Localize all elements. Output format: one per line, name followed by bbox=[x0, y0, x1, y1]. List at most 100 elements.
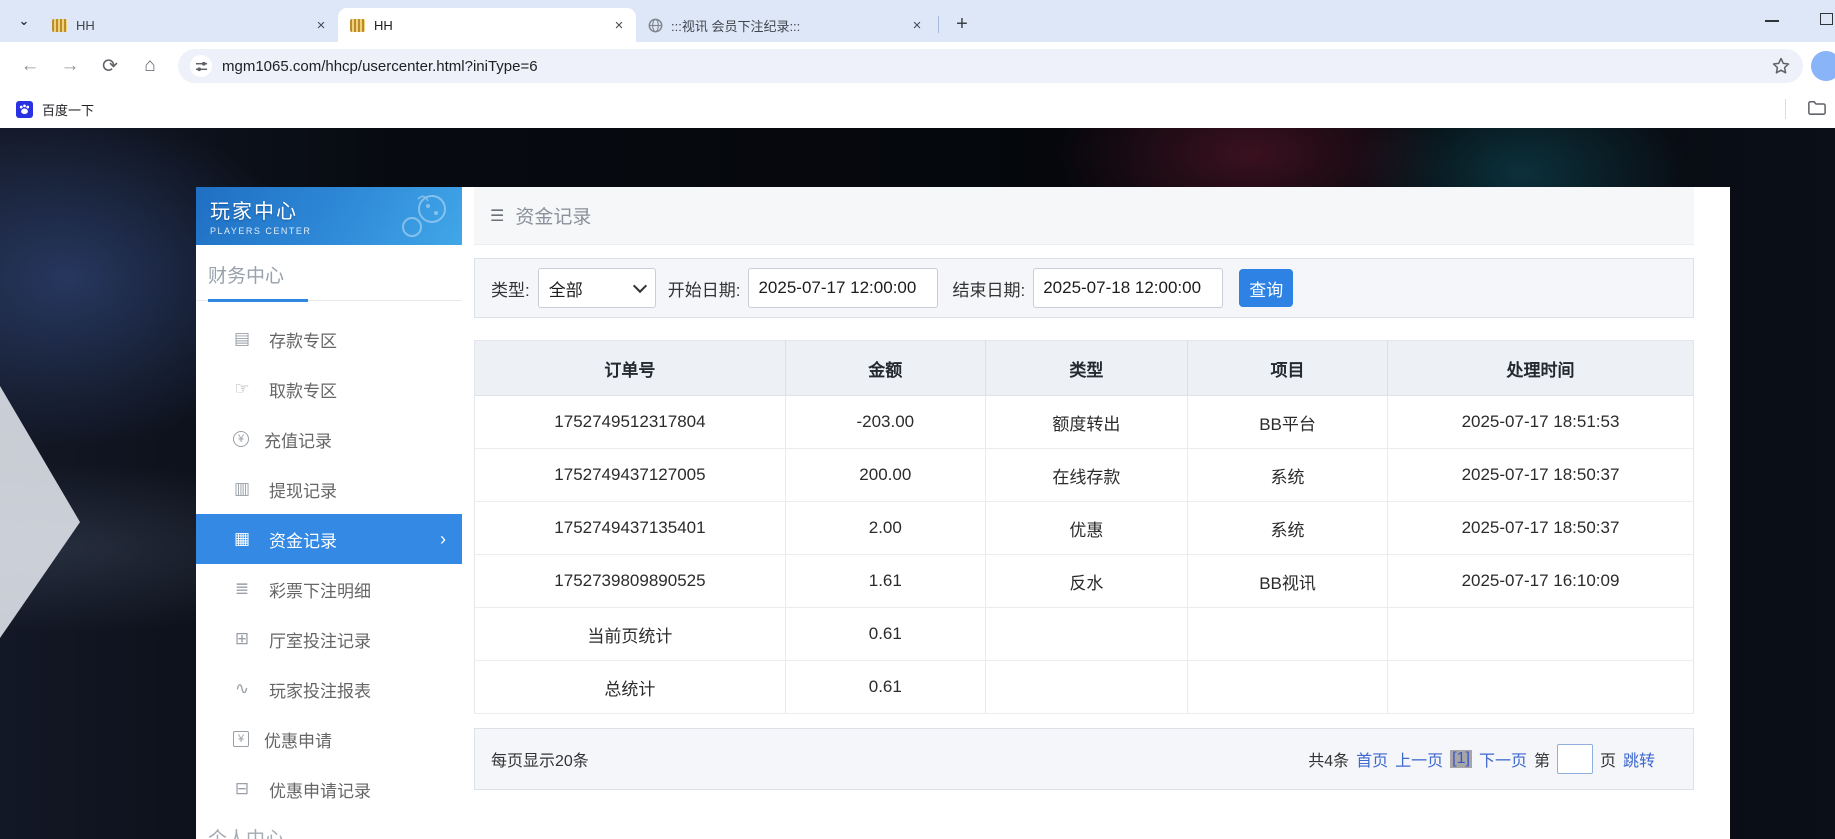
cell-empty bbox=[1188, 661, 1388, 714]
close-icon[interactable]: × bbox=[312, 16, 330, 34]
web-page: 玩家中心 PLAYERS CENTER 财务中心 ▤ 存款专区 ☞ 取款专 bbox=[0, 128, 1835, 839]
pagination-bar: 每页显示20条 共4条 首页 上一页 [1] 下一页 第 页 跳转 bbox=[474, 728, 1694, 790]
cell-time: 2025-07-17 18:50:37 bbox=[1388, 449, 1694, 502]
sidebar: 玩家中心 PLAYERS CENTER 财务中心 ▤ 存款专区 ☞ 取款专 bbox=[196, 187, 462, 839]
tab-strip: ⌄ HH × HH × :::视讯 会员下注纪录::: × + bbox=[0, 0, 1835, 42]
baidu-paw-icon bbox=[16, 101, 33, 118]
table-row: 1752749512317804 -203.00 额度转出 BB平台 2025-… bbox=[475, 396, 1694, 449]
section-personal-center: 个人中心 bbox=[208, 824, 462, 839]
per-page-text: 每页显示20条 bbox=[491, 747, 589, 771]
sidebar-item-promo-record[interactable]: ⊟ 优惠申请记录 bbox=[196, 764, 462, 814]
sidebar-item-withdraw-record[interactable]: ▥ 提现记录 bbox=[196, 464, 462, 514]
cell-empty bbox=[1388, 608, 1694, 661]
tab-divider bbox=[938, 16, 939, 33]
cell-project: BB视讯 bbox=[1188, 555, 1388, 608]
new-tab-button[interactable]: + bbox=[949, 11, 975, 37]
cell-order-no: 1752739809890525 bbox=[475, 555, 786, 608]
sidebar-item-lottery-bets[interactable]: ≣ 彩票下注明细 bbox=[196, 564, 462, 614]
main-content: ☰ 资金记录 类型: 全部 开始日期: 结束日期: 查询 bbox=[474, 187, 1694, 839]
page-suffix: 页 bbox=[1600, 747, 1616, 771]
query-button[interactable]: 查询 bbox=[1239, 269, 1293, 307]
first-page-link[interactable]: 首页 bbox=[1356, 747, 1388, 771]
page-title: 资金记录 bbox=[515, 202, 591, 229]
cell-empty bbox=[1188, 608, 1388, 661]
sidebar-item-label: 优惠申请 bbox=[264, 727, 332, 752]
tab-shixun[interactable]: :::视讯 会员下注纪录::: × bbox=[636, 8, 934, 42]
address-bar[interactable]: mgm1065.com/hhcp/usercenter.html?iniType… bbox=[178, 49, 1803, 83]
money-bag-icon: ¥ bbox=[233, 431, 249, 447]
cell-label: 总统计 bbox=[475, 661, 786, 714]
folder-icon[interactable] bbox=[1806, 97, 1827, 118]
gamepad-icon bbox=[398, 193, 450, 244]
sidebar-item-funds-record[interactable]: ▦ 资金记录 › bbox=[196, 514, 462, 564]
jump-link[interactable]: 跳转 bbox=[1623, 747, 1655, 771]
globe-favicon bbox=[648, 18, 663, 33]
col-order-no: 订单号 bbox=[475, 341, 786, 396]
hamburger-icon[interactable]: ☰ bbox=[490, 206, 504, 226]
cell-amount: 0.61 bbox=[785, 661, 985, 714]
prev-page-link[interactable]: 上一页 bbox=[1395, 747, 1443, 771]
close-icon[interactable]: × bbox=[908, 16, 926, 34]
page-header: ☰ 资金记录 bbox=[474, 187, 1694, 245]
chevron-right-icon: › bbox=[440, 529, 446, 550]
col-time: 处理时间 bbox=[1388, 341, 1694, 396]
cell-time: 2025-07-17 16:10:09 bbox=[1388, 555, 1694, 608]
type-label: 类型: bbox=[491, 276, 530, 301]
table-row: 1752749437127005 200.00 在线存款 系统 2025-07-… bbox=[475, 449, 1694, 502]
bookmark-label: 百度一下 bbox=[42, 100, 94, 119]
type-select-value: 全部 bbox=[549, 276, 635, 301]
restore-button[interactable] bbox=[1820, 13, 1833, 25]
site-settings-icon[interactable] bbox=[190, 55, 212, 77]
list-icon: ≣ bbox=[230, 579, 254, 599]
tab-hh-2-active[interactable]: HH × bbox=[338, 8, 636, 42]
end-date-label: 结束日期: bbox=[952, 276, 1025, 301]
funds-table: 订单号 金额 类型 项目 处理时间 1752749512317804 -203.… bbox=[474, 340, 1694, 714]
cell-amount: 0.61 bbox=[785, 608, 985, 661]
cell-project: 系统 bbox=[1188, 502, 1388, 555]
sidebar-item-promo-apply[interactable]: ¥ 优惠申请 bbox=[196, 714, 462, 764]
end-date-input[interactable] bbox=[1033, 268, 1223, 308]
filter-bar: 类型: 全部 开始日期: 结束日期: 查询 bbox=[474, 258, 1694, 318]
cell-type: 在线存款 bbox=[985, 449, 1187, 502]
sidebar-item-hall-bets[interactable]: ⊞ 厅室投注记录 bbox=[196, 614, 462, 664]
tab-title: HH bbox=[374, 18, 610, 33]
sidebar-item-bet-report[interactable]: ∿ 玩家投注报表 bbox=[196, 664, 462, 714]
tab-title: :::视讯 会员下注纪录::: bbox=[671, 16, 908, 35]
back-icon[interactable]: ← bbox=[14, 50, 46, 82]
cell-empty bbox=[985, 608, 1187, 661]
bookmark-star-icon[interactable] bbox=[1771, 56, 1791, 76]
cell-amount: 2.00 bbox=[785, 502, 985, 555]
reload-icon[interactable]: ⟳ bbox=[94, 50, 126, 82]
cell-type: 反水 bbox=[985, 555, 1187, 608]
close-icon[interactable]: × bbox=[610, 16, 628, 34]
type-select[interactable]: 全部 bbox=[538, 268, 656, 308]
cell-label: 当前页统计 bbox=[475, 608, 786, 661]
sidebar-item-label: 厅室投注记录 bbox=[269, 627, 371, 652]
start-date-input[interactable] bbox=[748, 268, 938, 308]
minimize-button[interactable] bbox=[1765, 20, 1779, 22]
section-underline bbox=[196, 299, 462, 302]
table-row: 1752749437135401 2.00 优惠 系统 2025-07-17 1… bbox=[475, 502, 1694, 555]
wallet-icon: ▥ bbox=[230, 479, 254, 499]
sidebar-item-deposit[interactable]: ▤ 存款专区 bbox=[196, 314, 462, 364]
cell-project: BB平台 bbox=[1188, 396, 1388, 449]
url-text: mgm1065.com/hhcp/usercenter.html?iniType… bbox=[222, 58, 1763, 75]
sidebar-item-withdraw[interactable]: ☞ 取款专区 bbox=[196, 364, 462, 414]
sidebar-item-label: 充值记录 bbox=[264, 427, 332, 452]
profile-avatar[interactable] bbox=[1811, 51, 1835, 81]
tab-hh-1[interactable]: HH × bbox=[40, 8, 338, 42]
tab-search-icon[interactable]: ⌄ bbox=[12, 9, 36, 33]
hand-withdraw-icon: ☞ bbox=[230, 379, 254, 399]
players-center-header: 玩家中心 PLAYERS CENTER bbox=[196, 187, 462, 245]
tab-title: HH bbox=[76, 18, 312, 33]
funds-icon: ▦ bbox=[230, 529, 254, 549]
bookmark-baidu[interactable]: 百度一下 bbox=[10, 97, 100, 122]
page-prefix: 第 bbox=[1534, 747, 1550, 771]
cell-amount: -203.00 bbox=[785, 396, 985, 449]
pagination-current-page: [1] bbox=[1450, 750, 1472, 768]
forward-icon[interactable]: → bbox=[54, 50, 86, 82]
next-page-link[interactable]: 下一页 bbox=[1479, 747, 1527, 771]
page-jump-input[interactable] bbox=[1557, 744, 1593, 774]
home-icon[interactable]: ⌂ bbox=[134, 50, 166, 82]
sidebar-item-recharge-record[interactable]: ¥ 充值记录 bbox=[196, 414, 462, 464]
